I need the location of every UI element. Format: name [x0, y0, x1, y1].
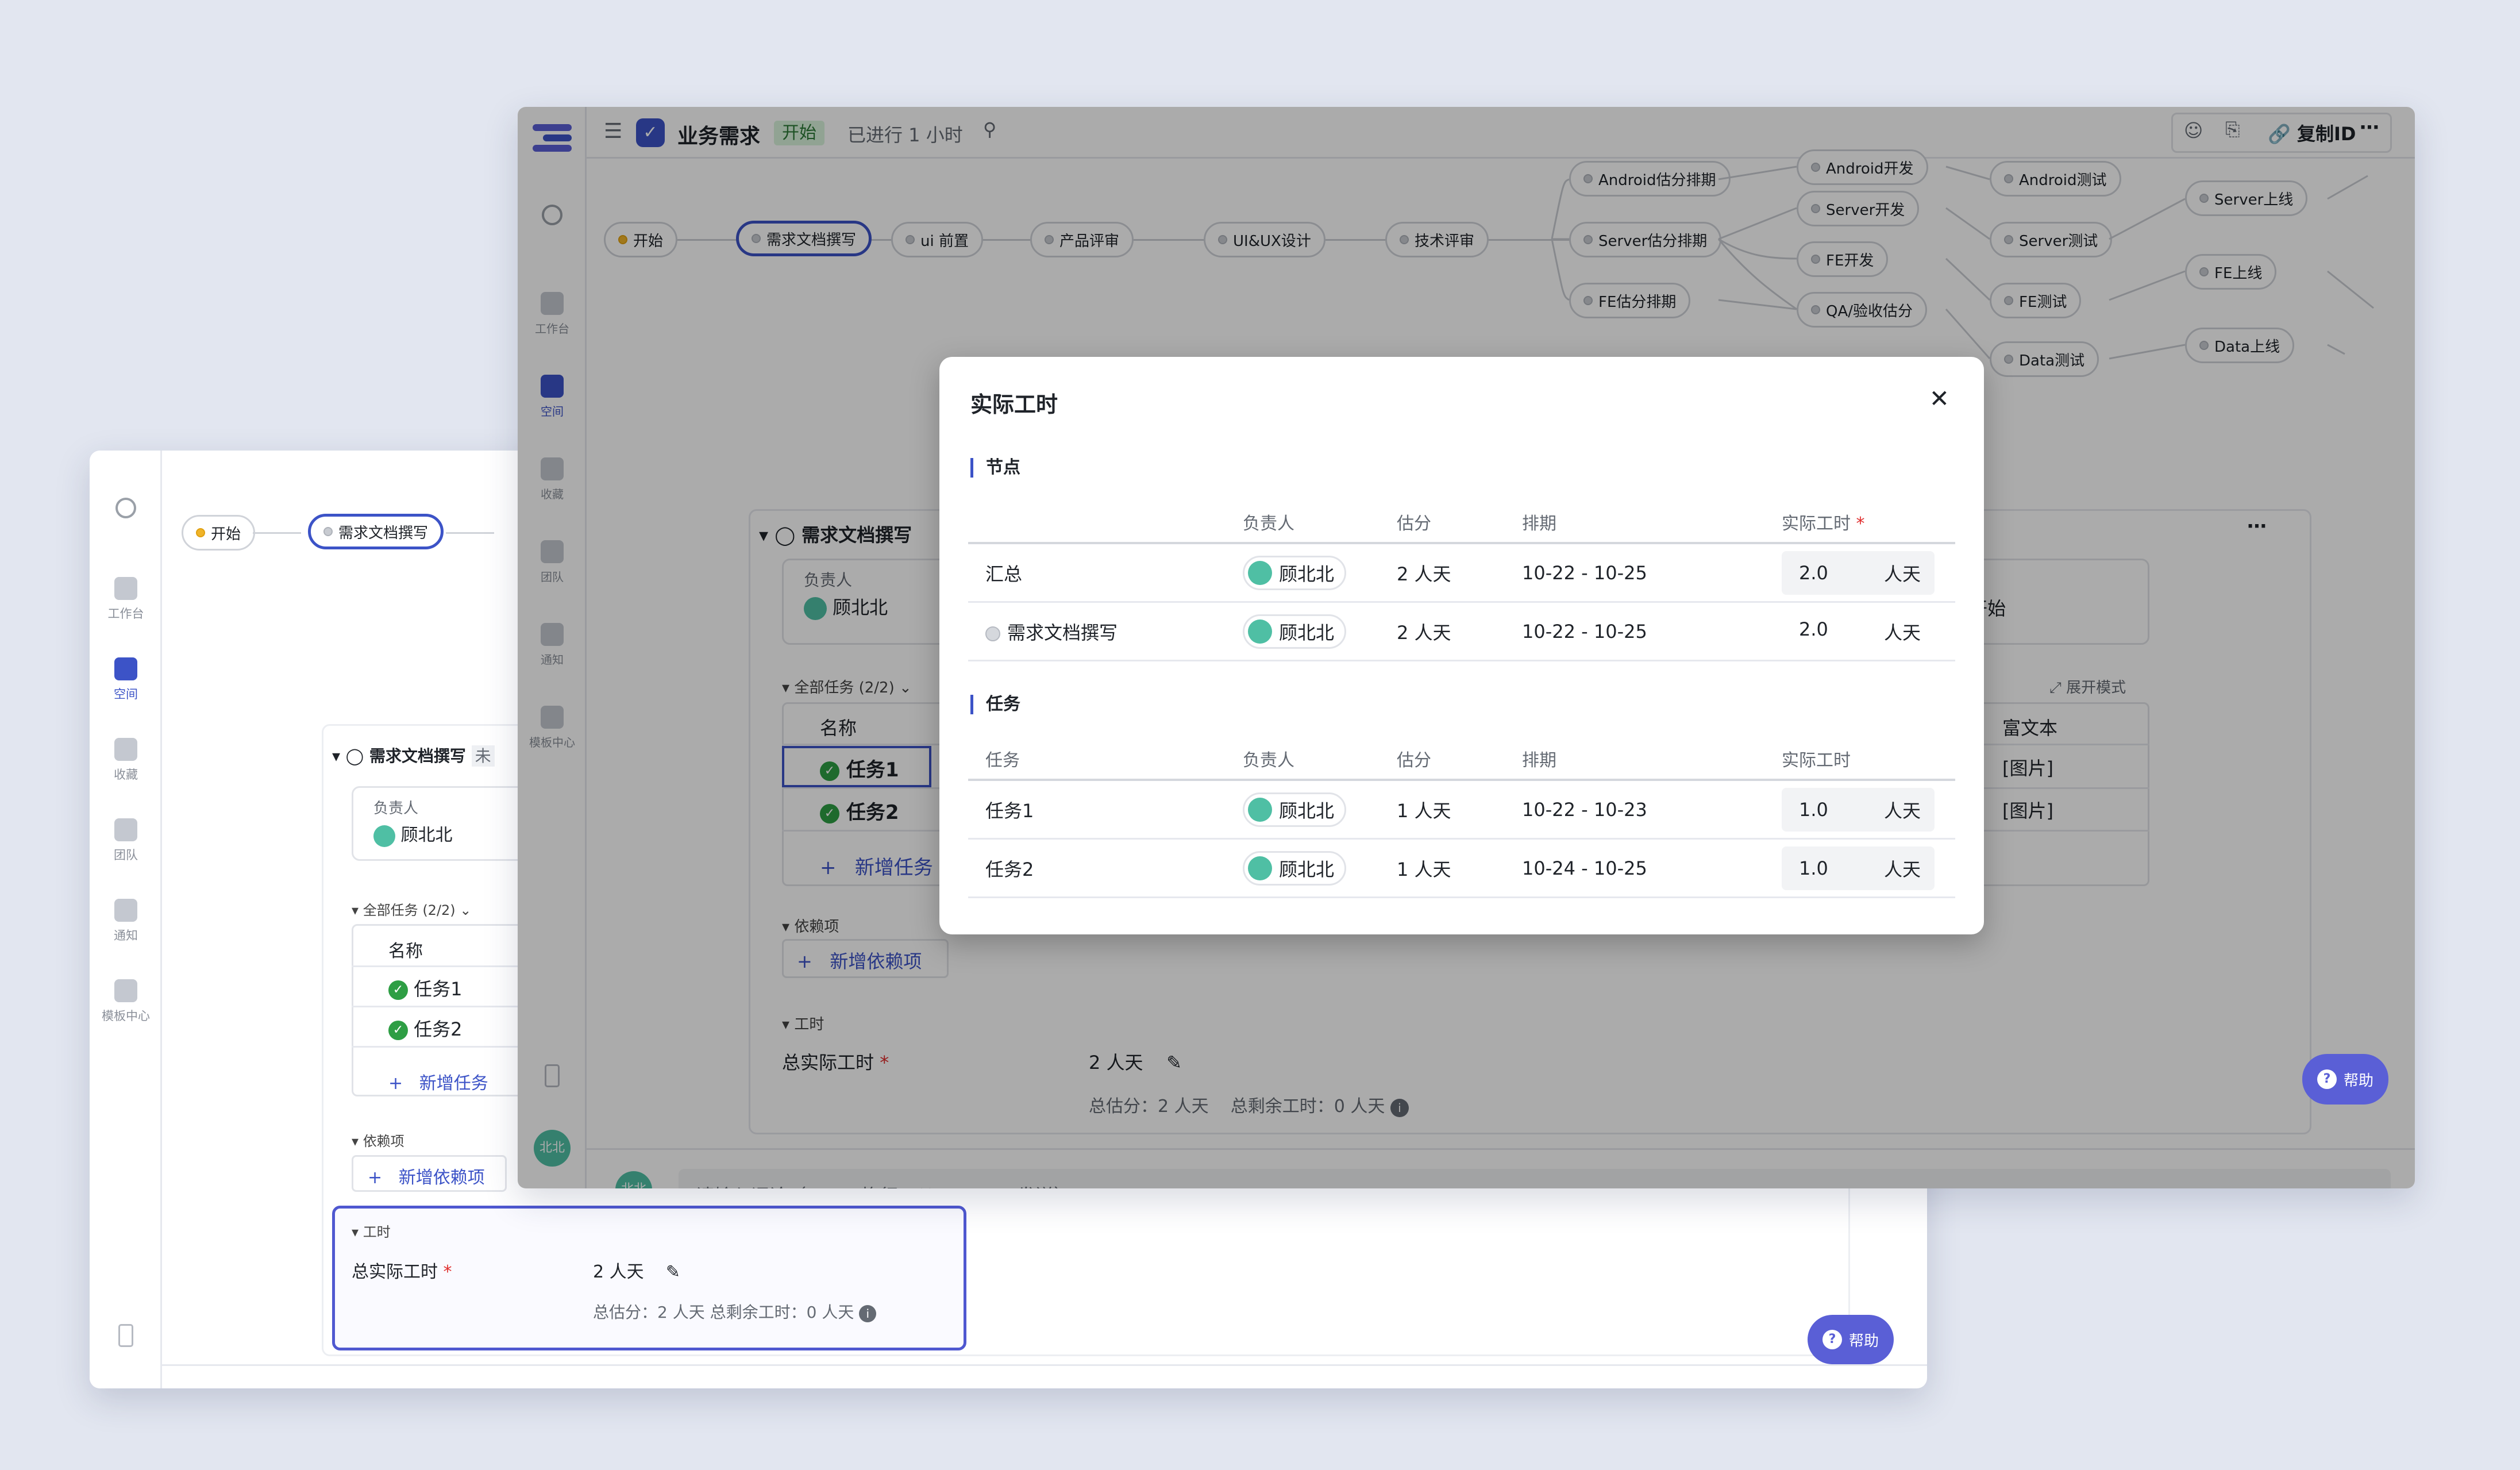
node-header[interactable]: ▾ ◯ 需求文档撰写 未	[332, 744, 495, 767]
sidebar: 工作台 空间 收藏 团队 通知 模板中心	[90, 451, 162, 1388]
dialog-title: 实际工时	[970, 392, 1058, 417]
avatar	[1248, 797, 1272, 822]
actual-hours-dialog: 实际工时 ✕ 节点 负责人 估分 排期 实际工时 * 汇总 顾北北 2 人天 1…	[939, 357, 1984, 934]
search-icon[interactable]	[90, 498, 162, 523]
total-actual-value: 2 人天 ✎	[593, 1262, 680, 1282]
grid-icon	[114, 979, 137, 1002]
check-icon: ✓	[388, 1021, 408, 1040]
table-header: 任务 负责人 估分 排期 实际工时	[968, 738, 1955, 781]
space-icon	[114, 657, 137, 680]
help-icon: ?	[2317, 1069, 2337, 1089]
section-node: 节点	[970, 458, 1020, 478]
deps-toggle[interactable]: ▾ 依赖项	[352, 1130, 404, 1150]
flow-node-doc[interactable]: 需求文档撰写	[308, 514, 444, 549]
actual-hours-value: 2.0 人天	[1799, 618, 1921, 644]
flow-node-start[interactable]: 开始	[182, 515, 256, 551]
avatar	[373, 825, 395, 847]
owner-chip[interactable]: 顾北北	[1243, 555, 1347, 590]
section-task: 任务	[970, 695, 1020, 714]
table-row: 汇总 顾北北 2 人天 10-22 - 10-25 2.0 人天	[968, 544, 1955, 603]
task-row[interactable]: ✓ 任务2	[388, 1015, 463, 1041]
home-icon	[114, 577, 137, 600]
table-header: 负责人 估分 排期 实际工时 *	[968, 502, 1955, 544]
status-dot-icon	[985, 626, 1000, 641]
team-icon	[114, 818, 137, 841]
phone-icon[interactable]	[90, 1324, 162, 1352]
close-icon[interactable]: ✕	[1929, 384, 1949, 413]
help-button[interactable]: ? 帮助	[2302, 1054, 2389, 1105]
info-icon[interactable]: i	[859, 1305, 877, 1322]
sidebar-item-templates[interactable]: 模板中心	[90, 979, 162, 1024]
actual-hours-input[interactable]: 1.0 人天	[1782, 846, 1935, 890]
owner-chip[interactable]: 顾北北	[1243, 614, 1347, 649]
help-button[interactable]: ? 帮助	[1808, 1315, 1894, 1364]
avatar	[1248, 856, 1272, 880]
sidebar-item-notify[interactable]: 通知	[90, 899, 162, 944]
star-icon	[114, 738, 137, 761]
avatar	[1248, 560, 1272, 585]
owner-chip[interactable]: 顾北北	[1243, 792, 1347, 827]
sidebar-item-favorites[interactable]: 收藏	[90, 738, 162, 783]
table-row: 任务2 顾北北 1 人天 10-24 - 10-25 1.0 人天	[968, 840, 1955, 898]
owner-chip[interactable]: 顾北北	[1243, 851, 1347, 886]
task-table: 任务 负责人 估分 排期 实际工时 任务1 顾北北 1 人天 10-22 - 1…	[968, 738, 1955, 898]
check-icon: ✓	[388, 980, 408, 1000]
actual-hours-input[interactable]: 1.0 人天	[1782, 787, 1935, 832]
owner-chip[interactable]: 顾北北	[373, 821, 453, 847]
node-table: 负责人 估分 排期 实际工时 * 汇总 顾北北 2 人天 10-22 - 10-…	[968, 502, 1955, 661]
table-row: 任务1 顾北北 1 人天 10-22 - 10-23 1.0 人天	[968, 781, 1955, 840]
bell-icon	[114, 899, 137, 922]
sidebar-item-space[interactable]: 空间	[90, 657, 162, 702]
all-tasks-toggle[interactable]: ▾ 全部任务 (2/2) ⌄	[352, 899, 471, 919]
edit-icon[interactable]: ✎	[666, 1262, 680, 1282]
sidebar-item-team[interactable]: 团队	[90, 818, 162, 863]
actual-hours-input[interactable]: 2.0 人天	[1782, 551, 1935, 595]
table-row: 需求文档撰写 顾北北 2 人天 10-22 - 10-25 2.0 人天	[968, 603, 1955, 661]
task-row[interactable]: ✓ 任务1	[388, 975, 463, 1001]
sidebar-item-workbench[interactable]: 工作台	[90, 577, 162, 622]
help-icon: ?	[1822, 1330, 1842, 1349]
add-task-button[interactable]: + 新增任务	[388, 1069, 488, 1094]
avatar	[1248, 619, 1272, 644]
